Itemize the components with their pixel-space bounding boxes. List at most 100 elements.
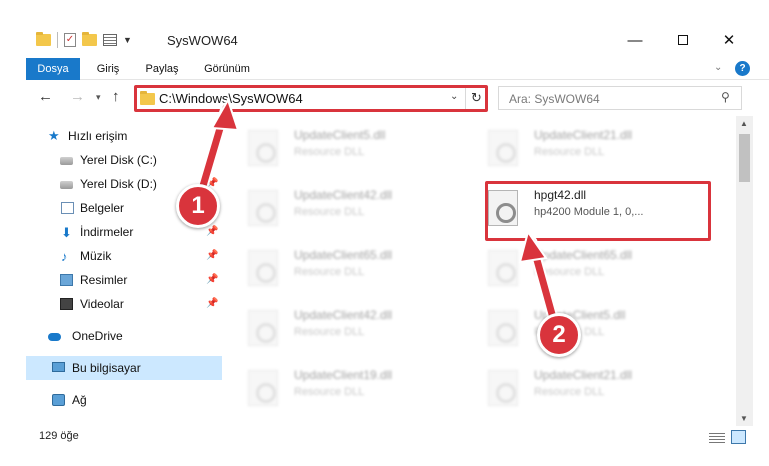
file-description: Resource DLL bbox=[534, 146, 605, 158]
file-tile[interactable]: UpdateClient19.dll Resource DLL bbox=[228, 360, 448, 412]
file-tile[interactable]: UpdateClient42.dll Resource DLL bbox=[228, 300, 448, 352]
help-icon[interactable]: ? bbox=[735, 61, 750, 76]
file-name: UpdateClient42.dll bbox=[294, 308, 393, 322]
cloud-icon bbox=[48, 333, 61, 341]
dll-file-icon bbox=[488, 250, 518, 286]
scroll-down-icon[interactable]: ▼ bbox=[740, 414, 748, 423]
pictures-icon bbox=[60, 274, 73, 286]
tab-giris[interactable]: Giriş bbox=[83, 58, 133, 80]
sidebar-item-network[interactable]: Ağ bbox=[26, 388, 222, 412]
status-bar: 129 öğe bbox=[26, 426, 769, 448]
quick-access-toolbar: ✓ ▼ bbox=[36, 32, 132, 48]
file-description: Resource DLL bbox=[294, 326, 365, 338]
sidebar-item-label: Yerel Disk (D:) bbox=[80, 177, 157, 191]
rename-icon[interactable] bbox=[103, 34, 117, 46]
dll-file-icon bbox=[248, 310, 278, 346]
file-list: UpdateClient5.dll Resource DLL UpdateCli… bbox=[228, 116, 736, 426]
tab-gorunum[interactable]: Görünüm bbox=[194, 58, 260, 80]
file-tile[interactable]: UpdateClient21.dll Resource DLL bbox=[468, 360, 688, 412]
new-folder-icon[interactable] bbox=[82, 32, 97, 46]
dll-file-icon bbox=[248, 130, 278, 166]
file-name: UpdateClient19.dll bbox=[294, 368, 393, 382]
sidebar-item-label: Videolar bbox=[80, 297, 124, 311]
sidebar-item-label: Yerel Disk (C:) bbox=[80, 153, 157, 167]
dll-file-icon bbox=[488, 130, 518, 166]
sidebar-item-onedrive[interactable]: OneDrive bbox=[26, 324, 222, 348]
file-name: UpdateClient21.dll bbox=[534, 128, 633, 142]
expand-ribbon-chevron-icon[interactable]: ⌄ bbox=[714, 62, 722, 73]
drive-icon bbox=[60, 157, 73, 165]
sidebar-item-label: İndirmeler bbox=[80, 225, 134, 239]
window-bottom-frame bbox=[0, 448, 769, 466]
details-view-icon[interactable] bbox=[709, 431, 725, 443]
file-tile[interactable]: UpdateClient21.dll Resource DLL bbox=[468, 120, 688, 172]
pin-icon[interactable]: 📌 bbox=[206, 268, 218, 292]
file-description: Resource DLL bbox=[294, 386, 365, 398]
tiles-view-icon[interactable] bbox=[731, 430, 746, 444]
navigation-pane: ★ Hızlı erişim Yerel Disk (C:) Yerel Dis… bbox=[26, 116, 222, 426]
network-icon bbox=[52, 394, 65, 406]
pin-icon[interactable]: 📌 bbox=[206, 244, 218, 268]
dll-file-icon bbox=[248, 250, 278, 286]
star-icon: ★ bbox=[48, 128, 60, 143]
dll-file-icon bbox=[488, 310, 518, 346]
file-description: Resource DLL bbox=[294, 266, 365, 278]
step-badge-2: 2 bbox=[537, 313, 581, 357]
file-name: UpdateClient5.dll bbox=[294, 128, 386, 142]
title-bar: ✓ ▼ SysWOW64 — ✕ bbox=[0, 0, 769, 58]
file-description: Resource DLL bbox=[534, 266, 605, 278]
downloads-icon: ⬇ bbox=[61, 225, 72, 240]
toolbar-separator bbox=[57, 32, 58, 48]
customize-toolbar-chevron-icon[interactable]: ▼ bbox=[123, 35, 132, 45]
file-tile[interactable]: UpdateClient5.dll Resource DLL bbox=[228, 120, 448, 172]
tab-dosya[interactable]: Dosya bbox=[26, 58, 80, 80]
sidebar-item-music[interactable]: ♪ Müzik 📌 bbox=[26, 244, 222, 268]
window-left-frame bbox=[0, 0, 26, 466]
file-description: Resource DLL bbox=[294, 146, 365, 158]
sidebar-item-label: Hızlı erişim bbox=[68, 129, 128, 143]
ribbon-tabs: Dosya Giriş Paylaş Görünüm ⌄ ? bbox=[26, 58, 769, 80]
sidebar-item-pictures[interactable]: Resimler 📌 bbox=[26, 268, 222, 292]
search-placeholder: Ara: SysWOW64 bbox=[509, 92, 600, 106]
pc-icon bbox=[52, 362, 65, 372]
file-name: UpdateClient42.dll bbox=[294, 188, 393, 202]
forward-arrow-icon[interactable]: → bbox=[70, 88, 85, 105]
up-arrow-icon[interactable]: ↑ bbox=[112, 88, 120, 105]
pin-icon[interactable]: 📌 bbox=[206, 292, 218, 316]
close-button[interactable]: ✕ bbox=[706, 30, 752, 52]
scroll-up-icon[interactable]: ▲ bbox=[740, 119, 748, 128]
file-tile[interactable]: UpdateClient65.dll Resource DLL bbox=[228, 240, 448, 292]
maximize-button[interactable] bbox=[660, 30, 706, 52]
tab-paylas[interactable]: Paylaş bbox=[136, 58, 188, 80]
address-bar-highlight bbox=[134, 85, 488, 112]
back-arrow-icon[interactable]: ← bbox=[38, 88, 53, 105]
file-name: UpdateClient65.dll bbox=[294, 248, 393, 262]
item-count: 129 öğe bbox=[39, 430, 79, 442]
sidebar-item-quick-access[interactable]: ★ Hızlı erişim bbox=[26, 124, 222, 148]
vertical-scrollbar[interactable]: ▲ ▼ bbox=[736, 116, 753, 426]
file-highlight-box bbox=[485, 181, 711, 241]
file-tile[interactable]: UpdateClient65.dll Resource DLL bbox=[468, 240, 688, 292]
file-name: UpdateClient21.dll bbox=[534, 368, 633, 382]
step-badge-1: 1 bbox=[176, 184, 220, 228]
window-title: SysWOW64 bbox=[167, 33, 238, 48]
recent-locations-chevron-icon[interactable]: ▾ bbox=[96, 92, 101, 103]
properties-check-icon[interactable]: ✓ bbox=[64, 33, 76, 47]
search-input[interactable]: Ara: SysWOW64 ⚲ bbox=[498, 86, 742, 110]
minimize-button[interactable]: — bbox=[612, 30, 658, 52]
sidebar-item-local-disk-c[interactable]: Yerel Disk (C:) bbox=[26, 148, 222, 172]
videos-icon bbox=[60, 298, 73, 310]
sidebar-item-label: Bu bilgisayar bbox=[72, 361, 141, 375]
file-description: Resource DLL bbox=[294, 206, 365, 218]
sidebar-item-label: Belgeler bbox=[80, 201, 125, 215]
file-tile[interactable]: UpdateClient42.dll Resource DLL bbox=[228, 180, 448, 232]
dll-file-icon bbox=[248, 190, 278, 226]
music-icon: ♪ bbox=[61, 249, 68, 264]
scroll-thumb[interactable] bbox=[739, 134, 750, 182]
sidebar-item-videos[interactable]: Videolar 📌 bbox=[26, 292, 222, 316]
file-description: Resource DLL bbox=[534, 386, 605, 398]
sidebar-item-this-pc[interactable]: Bu bilgisayar bbox=[26, 356, 222, 380]
sidebar-item-label: Ağ bbox=[72, 393, 87, 407]
sidebar-item-label: Resimler bbox=[80, 273, 128, 287]
search-icon[interactable]: ⚲ bbox=[721, 90, 730, 104]
